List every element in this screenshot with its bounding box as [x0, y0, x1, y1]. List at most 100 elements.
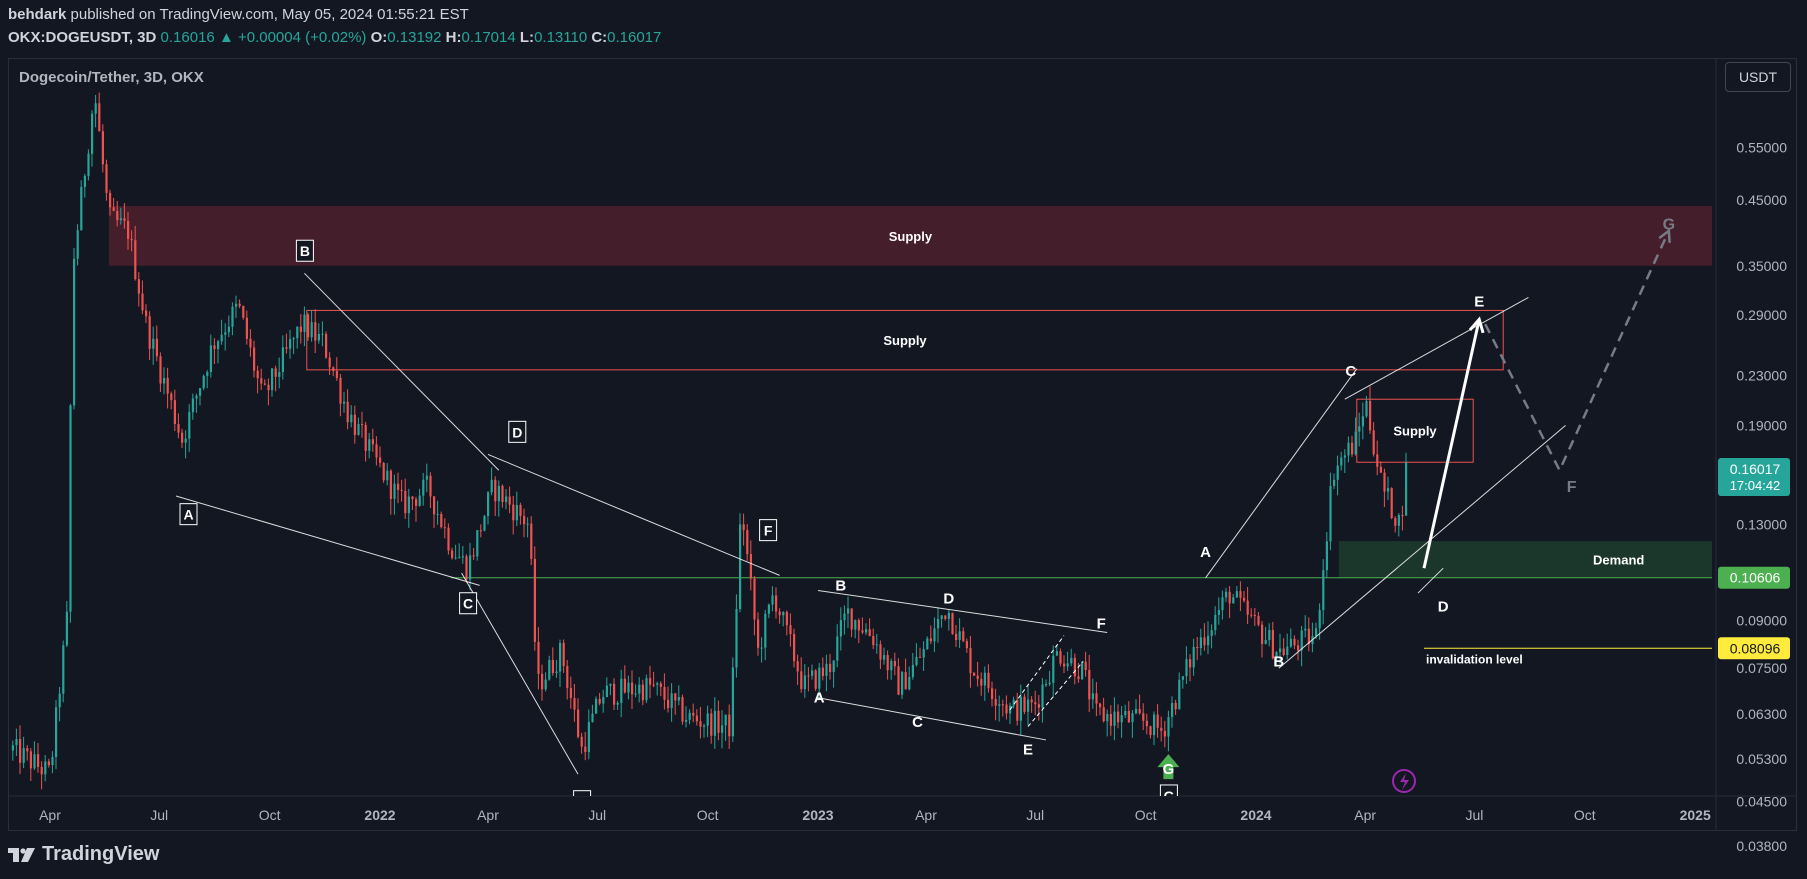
candle — [253, 340, 256, 378]
candle — [195, 393, 198, 413]
candle — [908, 666, 911, 691]
candle — [321, 321, 324, 347]
candle-body — [166, 377, 169, 394]
candle-body — [1030, 699, 1033, 703]
candle-body — [422, 479, 425, 496]
candle — [530, 516, 533, 566]
candle-body — [393, 483, 396, 499]
candle — [699, 706, 702, 739]
candle — [825, 654, 828, 692]
candle-body — [1138, 708, 1141, 714]
candle-body — [890, 660, 893, 671]
candle — [181, 428, 184, 448]
candle — [94, 94, 97, 128]
candle — [850, 608, 853, 638]
candle-body — [933, 628, 936, 642]
candle — [785, 610, 788, 636]
candle — [641, 679, 644, 706]
candle — [937, 607, 940, 643]
candle-body — [134, 240, 137, 280]
tradingview-logo[interactable]: TradingView — [8, 843, 159, 866]
candle — [1199, 628, 1202, 656]
candle-body — [1001, 704, 1004, 706]
candle — [508, 486, 511, 514]
candle-body — [285, 347, 288, 349]
candle-body — [681, 697, 684, 722]
candle-body — [483, 516, 486, 531]
candle — [494, 476, 497, 517]
candle-body — [1221, 597, 1224, 611]
candle-body — [800, 671, 803, 690]
candle — [512, 495, 515, 535]
candle-body — [1217, 610, 1220, 615]
candle — [1045, 679, 1048, 688]
candle-body — [1113, 711, 1116, 726]
candle — [1311, 622, 1314, 653]
candle-body — [1383, 472, 1386, 492]
candle — [29, 748, 32, 782]
time-axis-tick: 2023 — [802, 807, 833, 823]
candle — [584, 732, 587, 761]
candle-body — [51, 757, 54, 766]
price-chart[interactable]: Dogecoin/Tether, 3D, OKXSupplySupplySupp… — [0, 0, 1807, 879]
time-axis-tick: Oct — [259, 807, 281, 823]
candle — [775, 587, 778, 619]
candle — [40, 761, 43, 790]
candle-body — [404, 490, 407, 514]
candle — [483, 514, 486, 532]
candle — [206, 370, 209, 389]
candle — [753, 576, 756, 636]
candle — [969, 635, 972, 688]
candle-body — [98, 103, 101, 132]
candle — [609, 683, 612, 696]
candle-body — [1239, 591, 1242, 598]
candle — [1016, 692, 1019, 726]
candle — [296, 326, 299, 349]
candle-body — [857, 620, 860, 631]
candle — [537, 627, 540, 690]
candle — [213, 338, 216, 365]
candle-body — [555, 671, 558, 674]
candle-body — [213, 345, 216, 350]
candle-body — [580, 736, 583, 747]
candle-body — [836, 636, 839, 661]
candle-body — [688, 712, 691, 720]
candle-body — [199, 388, 202, 396]
candle-body — [1401, 515, 1404, 517]
candle-body — [991, 688, 994, 700]
price-axis-tick: 0.45000 — [1736, 192, 1787, 208]
candle — [238, 299, 241, 309]
candle — [580, 732, 583, 754]
candle-body — [850, 608, 853, 630]
candle — [1289, 628, 1292, 648]
candle-body — [879, 644, 882, 660]
candle — [1059, 648, 1062, 667]
candle — [429, 472, 432, 509]
candle — [1221, 590, 1224, 620]
candle — [1210, 624, 1213, 649]
candle-body — [1369, 400, 1372, 431]
candle — [1034, 690, 1037, 716]
candle-body — [976, 675, 979, 679]
candle — [418, 488, 421, 507]
candle — [163, 367, 166, 395]
candle — [1264, 626, 1267, 645]
candle-body — [69, 405, 72, 612]
currency-button[interactable]: USDT — [1725, 62, 1791, 92]
candle — [501, 484, 504, 508]
candle — [461, 545, 464, 564]
candle — [364, 421, 367, 462]
candle-body — [353, 414, 356, 435]
candle-body — [173, 400, 176, 425]
invalidation-label: invalidation level — [1426, 652, 1523, 666]
dashed-channel-line — [1027, 661, 1084, 727]
candle-body — [227, 326, 230, 333]
candle — [659, 681, 662, 697]
candle-body — [11, 745, 14, 751]
candle-body — [1124, 711, 1127, 716]
candle — [51, 751, 54, 774]
candle — [692, 703, 695, 723]
candle — [634, 684, 637, 698]
candle-body — [1171, 702, 1174, 718]
candle-body — [1005, 704, 1008, 714]
